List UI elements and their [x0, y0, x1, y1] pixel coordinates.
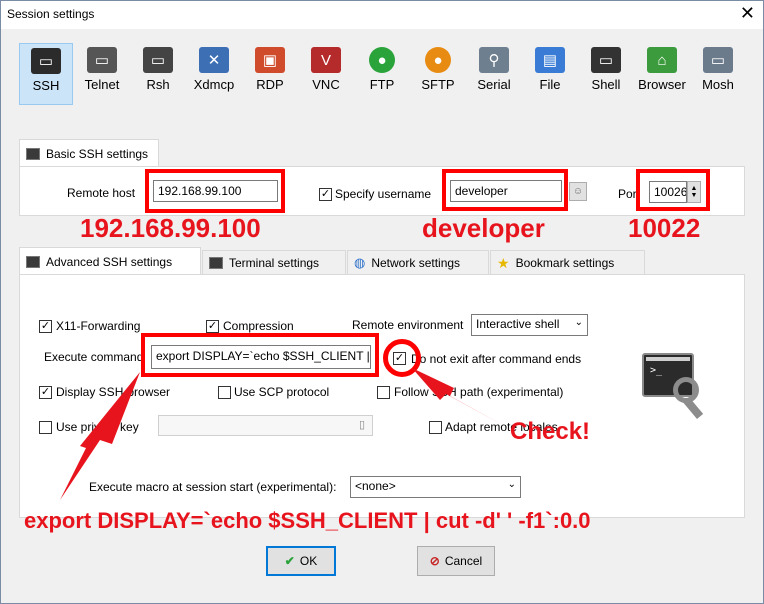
- arrow-to-command: [60, 372, 140, 500]
- arrow-to-checkbox: [412, 368, 512, 430]
- annotation-arrows: [60, 368, 512, 500]
